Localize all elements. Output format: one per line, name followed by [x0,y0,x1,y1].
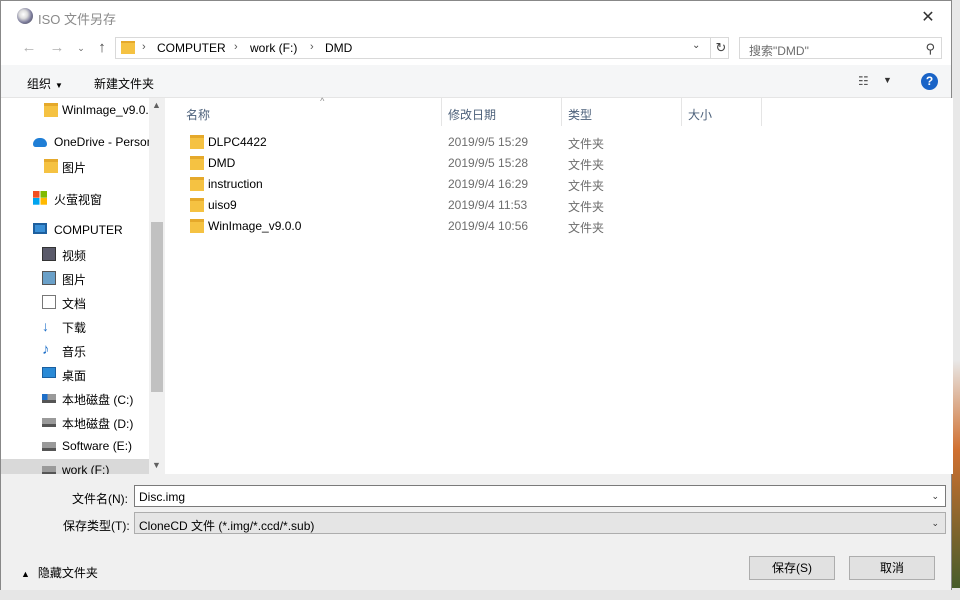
column-header-size[interactable]: 大小 [682,98,762,126]
table-row[interactable]: instruction 2019/9/4 16:29 文件夹 [184,174,944,195]
folder-icon [190,135,204,149]
column-header-modified[interactable]: 修改日期 [442,98,562,126]
background-right [952,0,960,600]
table-row[interactable]: DLPC4422 2019/9/5 15:29 文件夹 [184,132,944,153]
drive-icon [42,394,56,403]
sidebar-item-computer[interactable]: COMPUTER [1,219,149,241]
back-arrow-icon[interactable]: ← [19,39,39,56]
file-list: 名称 ^ 修改日期 类型 大小 DLPC4422 2019/9/5 15:29 文件夹… [166,96,953,474]
sidebar-item-documents[interactable]: 文档 [1,291,149,313]
sidebar-item-drive-f[interactable]: work (F:) [1,459,149,474]
search-placeholder: 搜索"DMD" [749,44,809,58]
pictures-icon [42,271,56,285]
document-icon [42,295,56,309]
breadcrumb-separator: › [142,41,146,53]
scrollbar-thumb[interactable] [151,222,163,392]
drive-icon [42,418,56,427]
windows-icon [33,191,47,205]
up-arrow-icon[interactable]: ↑ [92,39,112,56]
chevron-down-icon[interactable]: ▼ [883,75,892,85]
sort-ascending-icon: ^ [320,96,325,106]
folder-icon [190,219,204,233]
table-row[interactable]: WinImage_v9.0.0 2019/9/4 10:56 文件夹 [184,216,944,237]
sidebar-item-downloads[interactable]: ↓ 下载 [1,315,149,337]
filetype-label: 保存类型(T): [63,519,130,533]
chevron-up-icon: ▲ [21,569,30,579]
view-options-icon[interactable]: ☷ [858,74,869,88]
folder-icon [190,156,204,170]
chevron-down-icon: ⌄ [931,518,939,528]
sidebar-item-music[interactable]: ♪ 音乐 [1,339,149,361]
filename-label: 文件名(N): [72,492,128,506]
scroll-down-icon[interactable]: ▼ [152,460,161,470]
breadcrumb-dmd[interactable]: DMD [325,41,352,55]
filetype-select[interactable]: CloneCD 文件 (*.img/*.ccd/*.sub) ⌄ [134,512,946,534]
sidebar-item-desktop[interactable]: 桌面 [1,363,149,385]
breadcrumb-separator: › [310,41,314,53]
sidebar-item-drive-d[interactable]: 本地磁盘 (D:) [1,411,149,433]
drive-icon [42,442,56,451]
breadcrumb-work-drive[interactable]: work (F:) [250,41,297,55]
chevron-down-icon[interactable]: ⌄ [931,491,939,502]
save-options-panel: 文件名(N): Disc.img ⌄ 保存类型(T): CloneCD 文件 (… [1,474,951,590]
column-header-type[interactable]: 类型 [562,98,682,126]
sidebar-item-firefly[interactable]: 火萤视窗 [1,187,149,209]
drive-icon [42,466,56,474]
recent-locations-icon[interactable]: ⌄ [71,43,91,54]
command-toolbar: 组织 ▼ 新建文件夹 ☷ ▼ ? [1,65,951,98]
sidebar-item-drive-e[interactable]: Software (E:) [1,435,149,457]
disc-app-icon [17,8,33,24]
search-input[interactable]: 搜索"DMD" ⚲ [739,37,942,59]
close-button[interactable]: ✕ [905,1,951,32]
sidebar-item-onedrive[interactable]: OneDrive - Personal [1,131,149,153]
scroll-up-icon[interactable]: ▲ [152,100,161,110]
help-icon[interactable]: ? [921,73,938,90]
navigation-scrollbar[interactable]: ▲ ▼ [149,98,165,474]
sidebar-item-drive-c[interactable]: 本地磁盘 (C:) [1,387,149,409]
filename-value: Disc.img [139,490,186,504]
navigation-row: ← → ⌄ ↑ › COMPUTER › work (F:) › DMD ⌄ ↻… [1,32,951,64]
organize-button[interactable]: 组织 ▼ [27,75,63,92]
sidebar-item-videos[interactable]: 视频 [1,243,149,265]
computer-icon [33,223,47,234]
sidebar-item-onedrive-pictures[interactable]: 图片 [1,155,149,177]
sidebar-item-winimage[interactable]: WinImage_v9.0.0 [1,99,149,121]
table-row[interactable]: uiso9 2019/9/4 11:53 文件夹 [184,195,944,216]
download-icon: ↓ [42,318,49,334]
chevron-down-icon[interactable]: ⌄ [692,40,700,51]
column-header-name[interactable]: 名称 ^ [180,96,442,126]
cancel-button[interactable]: 取消 [849,556,935,580]
new-folder-button[interactable]: 新建文件夹 [94,75,154,92]
title-bar: ISO 文件另存 ✕ [1,1,951,32]
window-title: ISO 文件另存 [38,12,117,27]
navigation-pane: WinImage_v9.0.0 OneDrive - Personal 图片 火… [1,98,165,474]
breadcrumb-separator: › [234,41,238,53]
save-button[interactable]: 保存(S) [749,556,835,580]
folder-icon [44,159,58,173]
save-dialog: ISO 文件另存 ✕ ← → ⌄ ↑ › COMPUTER › work (F:… [0,0,953,590]
hide-folders-toggle[interactable]: ▲ 隐藏文件夹 [21,564,98,581]
search-icon: ⚲ [925,41,935,56]
close-icon: ✕ [921,8,935,26]
forward-arrow-icon[interactable]: → [47,39,67,56]
table-row[interactable]: DMD 2019/9/5 15:28 文件夹 [184,153,944,174]
onedrive-icon [33,138,47,147]
folder-icon [44,103,58,117]
music-icon: ♪ [42,341,50,358]
folder-icon [190,177,204,191]
folder-icon [121,41,135,54]
address-bar[interactable]: › COMPUTER › work (F:) › DMD ⌄ ↻ [115,37,729,59]
video-icon [42,247,56,261]
sidebar-item-pictures[interactable]: 图片 [1,267,149,289]
folder-icon [190,198,204,212]
chevron-down-icon: ▼ [55,81,63,90]
desktop-icon [42,367,56,378]
breadcrumb-computer[interactable]: COMPUTER [157,41,226,55]
refresh-icon[interactable]: ↻ [710,38,731,58]
filetype-value: CloneCD 文件 (*.img/*.ccd/*.sub) [139,519,315,533]
filename-input[interactable]: Disc.img ⌄ [134,485,946,507]
